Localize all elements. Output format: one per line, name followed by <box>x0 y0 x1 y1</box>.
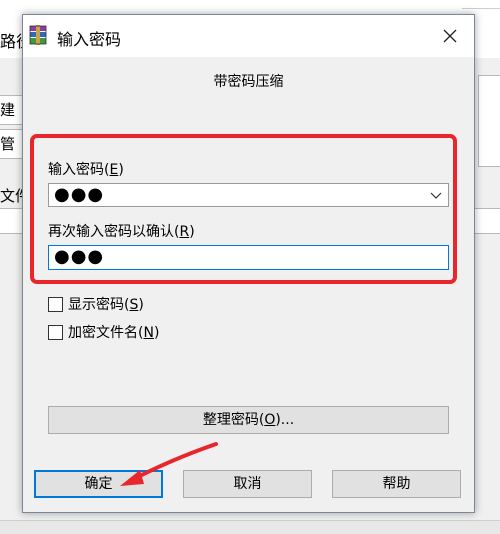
password-label: 输入密码(E) <box>48 162 124 178</box>
cancel-button[interactable]: 取消 <box>183 470 312 498</box>
dialog-heading: 带密码压缩 <box>213 74 284 90</box>
show-password-label: 显示密码(S) <box>68 297 144 313</box>
confirm-password-value: ●●● <box>54 246 105 267</box>
password-dialog: 输入密码 带密码压缩 输入密码(E) ●●● 再次输入密码以确认(R) ●●● … <box>22 14 475 513</box>
organize-passwords-button[interactable]: 整理密码(O)... <box>48 406 449 434</box>
encrypt-filenames-label: 加密文件名(N) <box>68 325 160 341</box>
show-password-checkbox[interactable] <box>48 296 63 312</box>
encrypt-filenames-option[interactable]: 加密文件名(N) <box>48 322 159 342</box>
show-password-option[interactable]: 显示密码(S) <box>48 294 144 314</box>
confirm-password-label: 再次输入密码以确认(R) <box>48 224 195 240</box>
background-input <box>474 208 500 234</box>
ok-button[interactable]: 确定 <box>34 470 163 498</box>
winrar-icon <box>29 25 47 45</box>
password-value: ●●● <box>54 184 105 205</box>
background-window-edge <box>462 0 500 9</box>
confirm-password-input[interactable]: ●●● <box>48 245 449 270</box>
chevron-down-icon[interactable] <box>430 188 442 202</box>
dialog-titlebar: 输入密码 <box>23 15 474 57</box>
background-panel <box>478 75 500 167</box>
close-icon <box>443 29 457 43</box>
help-button[interactable]: 帮助 <box>332 470 461 498</box>
close-button[interactable] <box>432 21 468 51</box>
password-input[interactable]: ●●● <box>48 183 449 207</box>
dialog-title: 输入密码 <box>57 30 122 49</box>
background-statusbar <box>0 520 500 534</box>
encrypt-filenames-checkbox[interactable] <box>48 324 63 340</box>
